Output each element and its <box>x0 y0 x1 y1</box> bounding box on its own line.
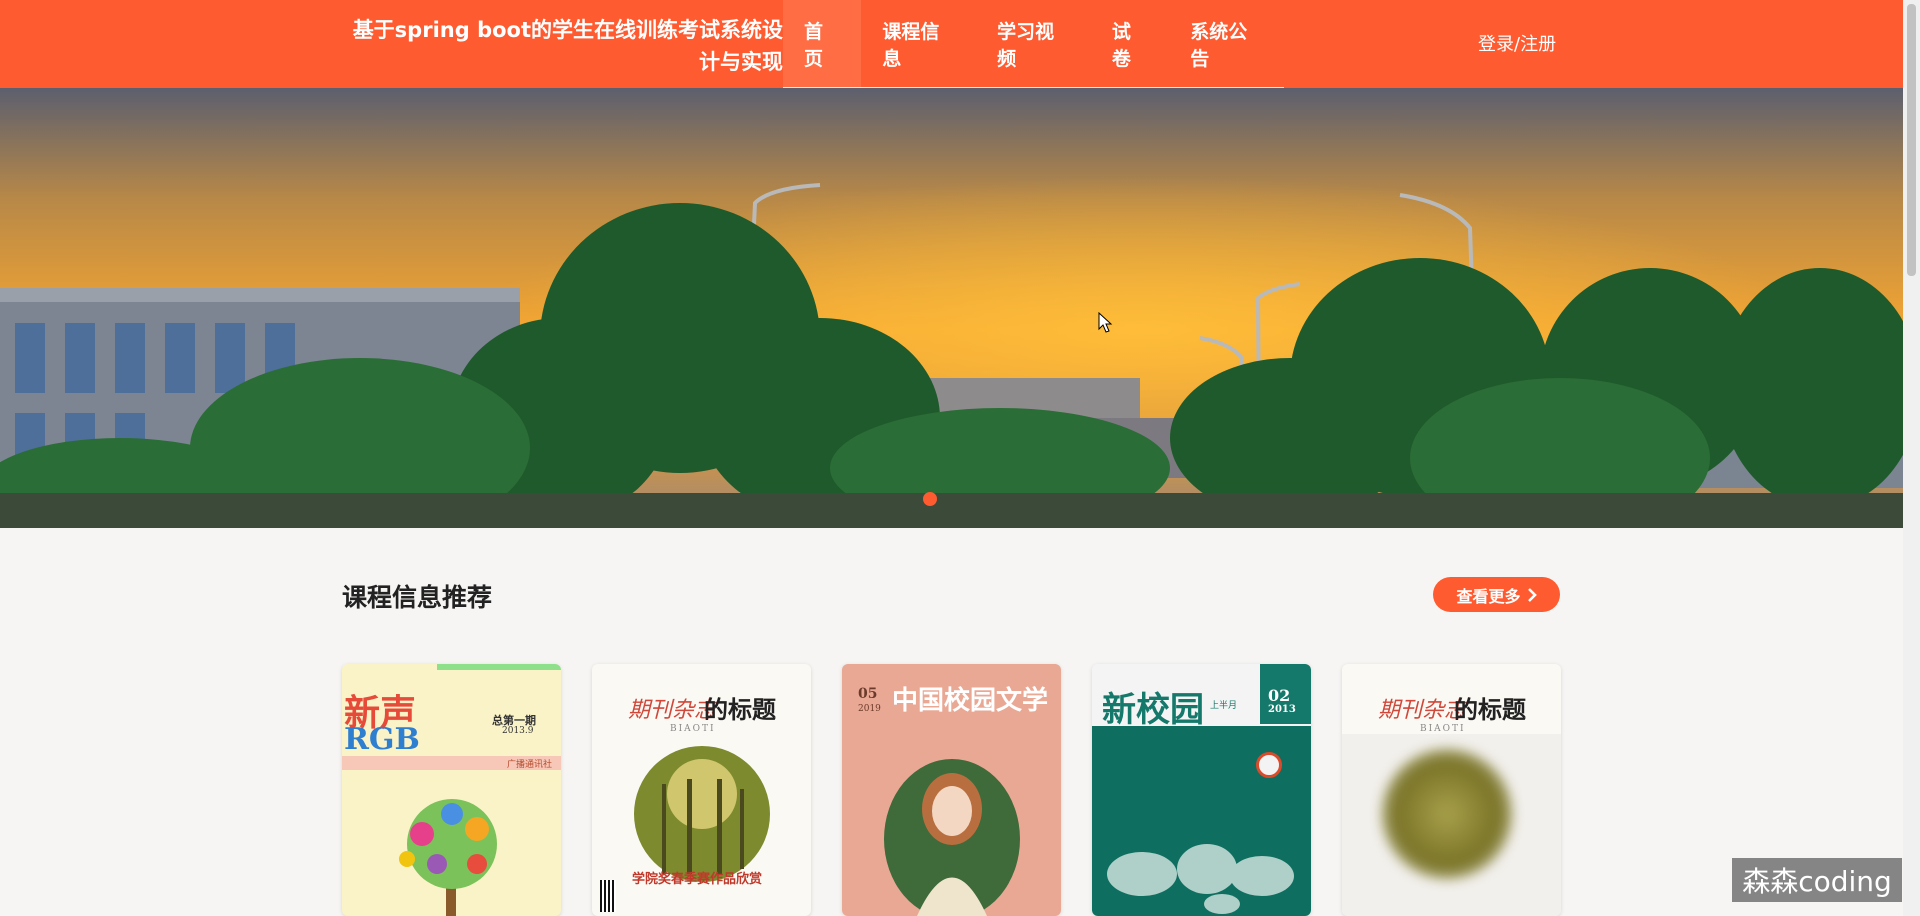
cover-pinyin: BIAOTI <box>670 724 716 734</box>
course-card[interactable]: 中国校园文学 05 2019 <box>842 664 1061 916</box>
cover-title: 期刊杂志 <box>1378 698 1467 723</box>
mouse-cursor-icon <box>1098 312 1113 333</box>
cover-subtitle: 的标题 <box>1454 695 1526 724</box>
cover-tag: 上半月 <box>1210 701 1238 711</box>
cover-caption: 学院奖春季赛作品欣赏 <box>632 872 763 887</box>
cover-title: 新校园 <box>1102 690 1204 730</box>
nav-item-home[interactable]: 首页 <box>783 0 862 87</box>
barcode-icon <box>600 880 616 912</box>
cover-title: 中国校园文学 <box>892 686 1049 716</box>
cover-publisher: 广播通讯社 <box>507 760 553 770</box>
nav-item-study-video[interactable]: 学习视频 <box>976 0 1091 87</box>
blurred-image <box>1382 749 1512 879</box>
top-header: 基于spring boot的学生在线训练考试系统设 计与实现 首页 课程信息 学… <box>0 0 1903 88</box>
course-card[interactable]: 新校园 上半月 02 2013 <box>1092 664 1311 916</box>
carousel-indicator-dot[interactable] <box>923 492 937 506</box>
course-card[interactable]: 期刊杂志 的标题 BIAOTI 学院奖春季赛作品欣赏 <box>592 664 811 916</box>
cover-year: 2019 <box>858 704 881 714</box>
view-more-label: 查看更多 <box>1456 586 1521 606</box>
tree-illustration-icon <box>399 799 497 916</box>
course-card[interactable]: 期刊杂志 的标题 BIAOTI <box>1342 664 1561 916</box>
section-title: 课程信息推荐 <box>342 583 493 612</box>
forest-image-icon <box>634 746 770 882</box>
vertical-scrollbar[interactable] <box>1903 0 1920 916</box>
cover-pinyin: BIAOTI <box>1420 724 1466 734</box>
view-more-button[interactable]: 查看更多 <box>1433 577 1560 612</box>
cover-title: 期刊杂志 <box>628 698 717 723</box>
nav-item-course-info[interactable]: 课程信息 <box>861 0 976 87</box>
cover-accent-bar <box>437 664 561 670</box>
nav-item-announcement[interactable]: 系统公告 <box>1169 0 1284 87</box>
cover-issue: 05 <box>858 686 878 702</box>
course-card[interactable]: 新声 RGB 总第一期 2013.9 广播通讯社 <box>342 664 561 916</box>
main-nav: 首页 课程信息 学习视频 试卷 系统公告 <box>783 0 1284 88</box>
site-title-line1: 基于spring boot的学生在线训练考试系统设 <box>352 18 783 42</box>
banner-image: P <box>0 88 1903 528</box>
world-map-icon <box>1107 844 1294 914</box>
scrollbar-thumb[interactable] <box>1907 4 1916 276</box>
cover-year: 2013 <box>1268 704 1296 715</box>
stamp-icon <box>1256 752 1282 778</box>
watermark: 森森coding <box>1732 858 1902 902</box>
chevron-right-icon <box>1527 587 1537 602</box>
girl-illustration-icon <box>884 759 1020 916</box>
cover-subtitle: RGB <box>344 722 420 757</box>
nav-item-exam-paper[interactable]: 试卷 <box>1091 0 1169 87</box>
cover-issue: 02 <box>1268 686 1291 705</box>
hero-banner[interactable]: P <box>0 88 1903 528</box>
login-register-link[interactable]: 登录/注册 <box>1478 30 1556 56</box>
site-title-line2: 计与实现 <box>699 50 783 74</box>
site-title: 基于spring boot的学生在线训练考试系统设 计与实现 <box>325 14 783 78</box>
cover-date: 2013.9 <box>502 726 534 736</box>
cover-subtitle: 的标题 <box>704 695 776 724</box>
